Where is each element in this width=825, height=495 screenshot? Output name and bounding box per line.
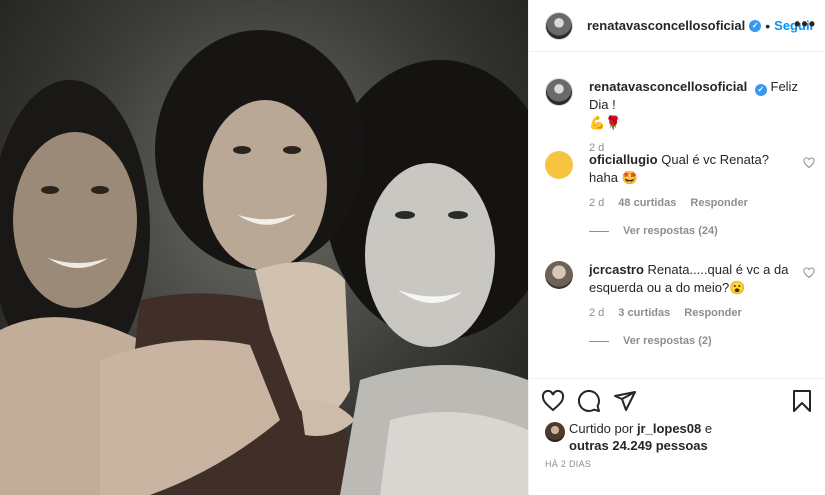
caption-username[interactable]: renatavasconcellosoficial	[589, 79, 747, 94]
caption: renatavasconcellosoficial ✓ Feliz Dia ! …	[545, 78, 815, 154]
view-replies-label[interactable]: Ver respostas (2)	[623, 335, 712, 347]
comment-avatar[interactable]	[545, 261, 573, 289]
caption-text: renatavasconcellosoficial ✓ Feliz Dia ! …	[589, 78, 815, 132]
likes-text: Curtido por jr_lopes08 e outras 24.249 p…	[569, 420, 815, 454]
more-icon[interactable]: •••	[794, 14, 816, 35]
view-replies[interactable]: Ver respostas (24)	[589, 225, 815, 237]
view-replies-label[interactable]: Ver respostas (24)	[623, 225, 718, 237]
comment-avatar[interactable]	[545, 151, 573, 179]
comment-likes[interactable]: 48 curtidas	[618, 197, 676, 209]
comment-likes[interactable]: 3 curtidas	[618, 307, 670, 319]
avatar[interactable]	[545, 11, 573, 40]
caption-avatar[interactable]	[545, 78, 573, 106]
header-username[interactable]: renatavasconcellosoficial	[587, 18, 745, 33]
heart-icon[interactable]	[803, 267, 815, 279]
reply-button[interactable]: Responder	[684, 307, 741, 319]
heart-icon[interactable]	[803, 157, 815, 169]
comment-username[interactable]: jcrcastro	[589, 262, 644, 277]
verified-icon: ✓	[754, 84, 767, 96]
comment-text: jcrcastro Renata.....qual é vc a da esqu…	[589, 261, 789, 297]
replies-divider	[589, 230, 609, 232]
post: renatavasconcellosoficial ✓ • Seguir •••…	[0, 0, 825, 495]
comment-item: jcrcastro Renata.....qual é vc a da esqu…	[545, 261, 815, 347]
likes-prefix: Curtido por	[569, 421, 634, 436]
verified-icon: ✓	[749, 19, 762, 32]
likes-summary: Curtido por jr_lopes08 e outras 24.249 p…	[545, 420, 815, 454]
reply-button[interactable]: Responder	[690, 197, 747, 209]
post-sidebar: renatavasconcellosoficial ✓ • Seguir •••…	[528, 0, 825, 495]
comment-meta: 2 d 48 curtidas Responder	[589, 197, 815, 209]
liker-username[interactable]: jr_lopes08	[637, 421, 701, 436]
comments-list[interactable]: renatavasconcellosoficial ✓ Feliz Dia ! …	[529, 53, 825, 373]
post-header: renatavasconcellosoficial ✓ • Seguir •••	[529, 0, 825, 52]
comment-meta: 2 d 3 curtidas Responder	[589, 307, 815, 319]
comment-time[interactable]: 2 d	[589, 307, 604, 319]
comment-time[interactable]: 2 d	[589, 197, 604, 209]
liker-avatar[interactable]	[545, 422, 565, 442]
post-photo[interactable]	[0, 0, 528, 495]
bookmark-icon[interactable]	[790, 389, 814, 413]
caption-emoji: 💪🌹	[589, 115, 622, 130]
replies-divider	[589, 340, 609, 342]
post-timestamp[interactable]: HÁ 2 DIAS	[545, 459, 591, 469]
post-actions	[529, 378, 825, 422]
comment-icon[interactable]	[577, 389, 601, 413]
comment-text: oficiallugio Qual é vc Renata? haha 🤩	[589, 151, 789, 187]
photo-illustration	[0, 30, 528, 495]
comment-username[interactable]: oficiallugio	[589, 152, 658, 167]
comment-item: oficiallugio Qual é vc Renata? haha 🤩 2 …	[545, 151, 815, 237]
likes-count[interactable]: outras 24.249 pessoas	[569, 438, 708, 453]
view-replies[interactable]: Ver respostas (2)	[589, 335, 815, 347]
heart-icon[interactable]	[541, 389, 565, 413]
share-icon[interactable]	[613, 389, 637, 413]
likes-connector: e	[704, 421, 713, 436]
separator-dot: •	[765, 17, 771, 34]
